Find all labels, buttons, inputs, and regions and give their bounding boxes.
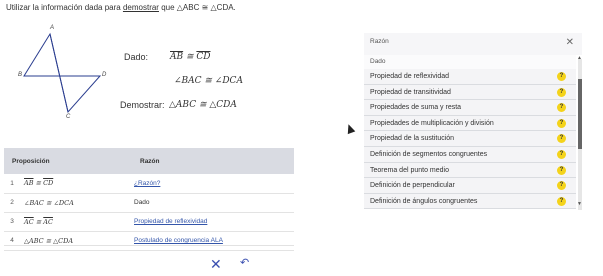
reason-option-label: Definición de ángulos congruentes	[370, 197, 478, 205]
row-reason[interactable]: Propiedad de reflexividad	[120, 212, 294, 232]
help-icon[interactable]: ?	[557, 72, 566, 81]
reason-option-label: Definición de segmentos congruentes	[370, 150, 488, 158]
bottom-toolbar	[4, 245, 294, 276]
reason-option-label: Propiedades de multiplicación y división	[370, 119, 494, 127]
reason-dropdown[interactable]: ¿Razón?	[120, 174, 294, 194]
table-row: 2 ∠BAC ≅ ∠DCA Dado	[4, 193, 294, 213]
scroll-down-icon[interactable]: ▼	[577, 201, 582, 207]
help-icon[interactable]: ?	[557, 87, 566, 97]
prove-label: Demostrar:	[120, 100, 165, 110]
vertex-label-b: B	[18, 72, 23, 78]
reason-option-dado[interactable]: Dado	[364, 55, 576, 69]
reason-panel-title: Razón	[370, 38, 389, 45]
help-icon[interactable]: ?	[557, 103, 566, 113]
segment-ab: AB	[170, 52, 184, 62]
table-row: 1 AB ≅ CD ¿Razón?	[4, 174, 294, 194]
prove-statement: △ABC ≅ △CDA	[169, 100, 237, 110]
given-label: Dado:	[124, 52, 149, 62]
reason-option-label: Teorema del punto medio	[370, 166, 449, 174]
undo-icon[interactable]: ↶	[240, 256, 249, 269]
segment-ac: AC	[24, 217, 34, 226]
help-icon[interactable]: ?	[557, 165, 566, 175]
row-number: 2	[4, 193, 20, 213]
instruction-prefix: Utilizar la información dada para	[6, 3, 123, 12]
row-number: 3	[4, 212, 20, 232]
reason-options-list: Propiedad de reflexividad? Propiedad de …	[364, 69, 576, 210]
reason-option[interactable]: Propiedad de reflexividad?	[364, 69, 576, 85]
congruent-symbol: ≅	[33, 217, 44, 226]
diagonal-ac	[49, 33, 69, 113]
help-icon[interactable]: ?	[557, 196, 566, 206]
quadrilateral-abcd	[23, 32, 102, 114]
segment-cd: CD	[196, 52, 211, 62]
segment-cd: CD	[43, 179, 54, 188]
row-number: 1	[4, 174, 20, 194]
reason-column-header: Razón	[120, 148, 294, 174]
help-icon[interactable]: ?	[557, 134, 566, 144]
reason-option[interactable]: Definición de perpendicular?	[364, 178, 576, 194]
help-icon[interactable]: ?	[557, 149, 566, 159]
row-statement: ∠BAC ≅ ∠DCA	[20, 193, 120, 213]
reason-option[interactable]: Definición de segmentos congruentes?	[364, 146, 576, 163]
reason-option[interactable]: Propiedad de la sustitución?	[364, 131, 576, 147]
reason-option[interactable]: Propiedades de multiplicación y división…	[364, 115, 576, 132]
reason-option[interactable]: Propiedad de transitividad?	[364, 84, 576, 101]
scrollbar-thumb[interactable]	[578, 79, 582, 149]
congruent-symbol: ≅	[183, 52, 197, 62]
table-row: 3 AC ≅ AC Propiedad de reflexividad	[4, 212, 294, 232]
given-segment-statement: AB ≅ CD	[170, 52, 211, 62]
reason-option-label: Propiedad de la sustitución	[370, 135, 455, 143]
vertex-label-c: C	[66, 114, 71, 120]
given-angle-statement: ∠BAC ≅ ∠DCA	[174, 76, 243, 86]
help-icon[interactable]: ?	[557, 118, 566, 128]
proof-table-header: Proposición Razón	[4, 148, 294, 174]
close-icon[interactable]: ✕	[210, 256, 222, 273]
demostrar-link[interactable]: demostrar	[123, 3, 159, 12]
row-statement: AC ≅ AC	[20, 212, 120, 232]
close-icon[interactable]: ✕	[566, 37, 574, 48]
reason-option[interactable]: Propiedades de suma y resta?	[364, 100, 576, 116]
geometry-figure: A B D C	[18, 24, 108, 124]
reason-option[interactable]: Definición de ángulos congruentes?	[364, 193, 576, 210]
mouse-cursor-icon	[344, 122, 356, 135]
reason-panel-header: Razón ✕	[364, 33, 582, 55]
reason-option[interactable]: Teorema del punto medio?	[364, 162, 576, 179]
reason-panel: Razón ✕ Dado Propiedad de reflexividad? …	[364, 33, 582, 210]
reason-option-label: Definición de perpendicular	[370, 182, 455, 190]
instruction-suffix: que △ABC ≅ △CDA.	[158, 3, 236, 12]
instruction-text: Utilizar la información dada para demost…	[6, 3, 236, 12]
help-icon[interactable]: ?	[557, 181, 566, 191]
reason-option-label: Propiedad de transitividad	[370, 88, 451, 96]
row-statement: AB ≅ CD	[20, 174, 120, 194]
vertex-label-d: D	[102, 72, 107, 78]
proof-table: Proposición Razón 1 AB ≅ CD ¿Razón? 2 ∠B…	[4, 148, 294, 251]
statement-column-header: Proposición	[4, 148, 120, 174]
row-reason[interactable]: Dado	[120, 193, 294, 213]
vertex-label-a: A	[50, 25, 55, 31]
congruent-symbol: ≅	[33, 179, 44, 188]
reason-option-label: Propiedades de suma y resta	[370, 104, 462, 112]
reason-option-label: Propiedad de reflexividad	[370, 73, 449, 80]
scrollbar[interactable]	[578, 59, 582, 210]
segment-ac: AC	[43, 217, 53, 226]
quadrilateral-diagram	[23, 32, 102, 114]
